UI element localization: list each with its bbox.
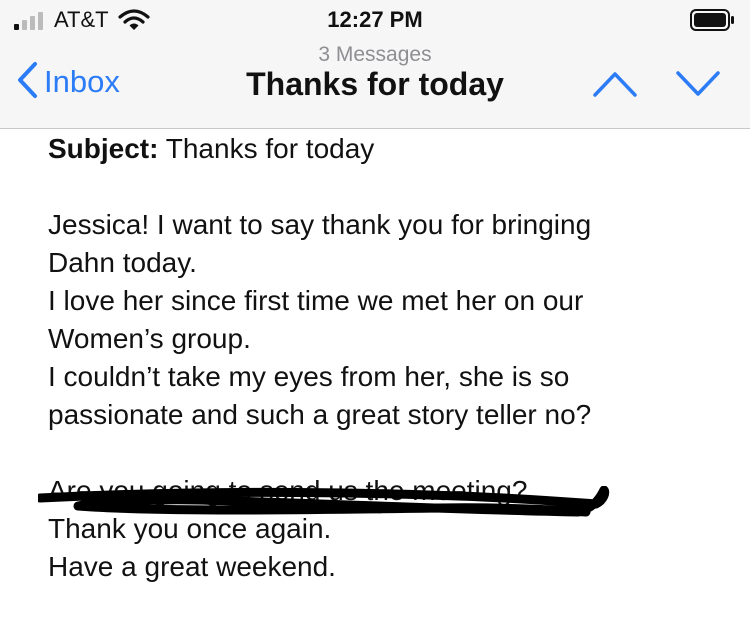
email-body: Subject: Thanks for today Jessica! I wan… (38, 130, 728, 586)
chevron-up-icon (593, 72, 637, 97)
subject-label: Subject: (48, 133, 159, 164)
message-count: 3 Messages (318, 43, 432, 66)
previous-message-button[interactable] (592, 70, 638, 103)
status-bar: AT&T 12:27 PM (0, 0, 750, 40)
body-line: I couldn’t take my eyes from her, she is… (48, 361, 570, 392)
subject-text: Thanks for today (165, 133, 375, 164)
redaction-scribble (38, 486, 610, 517)
chevron-down-icon (676, 71, 720, 96)
next-message-button[interactable] (675, 70, 721, 103)
body-line: passionate and such a great story teller… (48, 399, 592, 430)
body-line: Jessica! I want to say thank you for bri… (48, 209, 592, 240)
body-line: Have a great weekend. (48, 551, 336, 582)
body-line: Women’s group. (48, 323, 251, 354)
navigation-bar: Inbox 3 Messages Thanks for today (0, 40, 750, 129)
body-line: I love her since first time we met her o… (48, 285, 584, 316)
battery-icon (690, 9, 736, 36)
status-time: 12:27 PM (327, 7, 423, 32)
body-line: Dahn today. (48, 247, 197, 278)
redacted-line-wrapper: Are you going to send us the meeting? (38, 472, 728, 517)
subject-line: Subject: Thanks for today (48, 130, 728, 168)
